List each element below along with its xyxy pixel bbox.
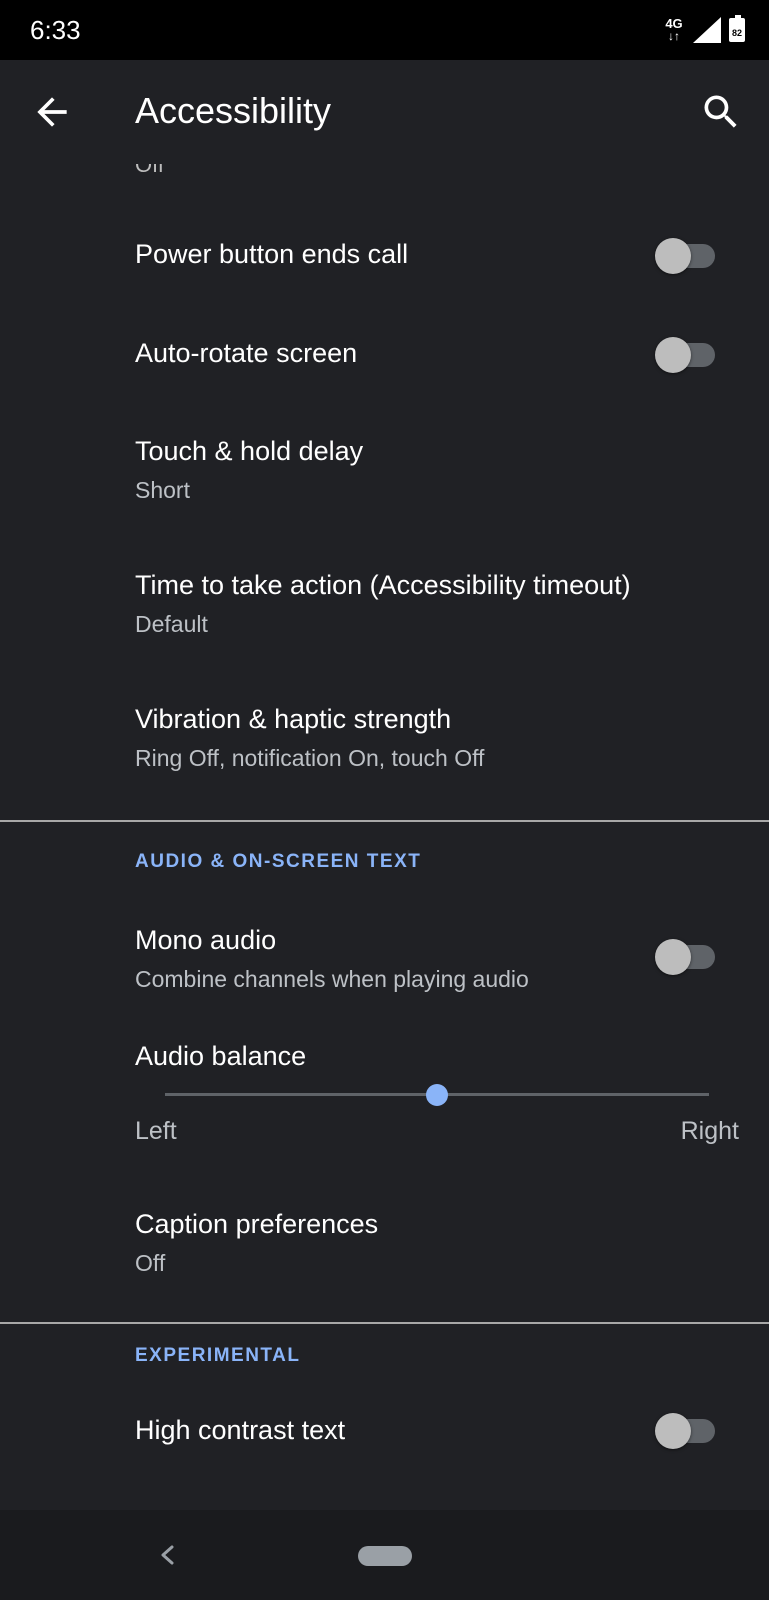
battery-icon: 82 [729, 15, 745, 42]
partial-summary: Off [135, 164, 164, 177]
row-title: Caption preferences [135, 1209, 379, 1239]
vibration-haptic-row[interactable]: Vibration & haptic strength Ring Off, no… [0, 672, 769, 806]
navigation-bar [0, 1510, 769, 1600]
row-title: Time to take action (Accessibility timeo… [135, 570, 631, 600]
status-bar: 6:33 4G ↓↑ 82 [0, 0, 769, 60]
home-pill-icon[interactable] [358, 1546, 412, 1566]
row-title: Auto-rotate screen [135, 338, 358, 368]
mono-audio-toggle[interactable] [655, 937, 719, 977]
battery-level: 82 [731, 28, 742, 38]
signal-icon [693, 17, 721, 43]
section-divider [0, 1322, 769, 1324]
page-title: Accessibility [135, 90, 332, 131]
slider-left-label: Left [135, 1117, 177, 1145]
row-title: Power button ends call [135, 239, 409, 269]
app-bar: Accessibility [0, 60, 769, 164]
search-icon[interactable] [699, 90, 743, 134]
row-title: Vibration & haptic strength [135, 704, 452, 734]
row-title: Touch & hold delay [135, 436, 364, 466]
row-summary: Default [135, 611, 208, 637]
high-contrast-text-row[interactable]: High contrast text [0, 1389, 769, 1499]
section-divider [0, 820, 769, 822]
settings-list[interactable]: Off Power button ends call Auto-rotate s… [0, 164, 769, 1510]
caption-preferences-row[interactable]: Caption preferences Off [0, 1179, 769, 1313]
row-summary: Off [135, 1250, 166, 1276]
high-contrast-text-toggle[interactable] [655, 1411, 719, 1451]
accessibility-timeout-row[interactable]: Time to take action (Accessibility timeo… [0, 538, 769, 672]
section-header-experimental: EXPERIMENTAL [135, 1345, 301, 1366]
row-title: Audio balance [135, 1041, 307, 1071]
audio-balance-slider-thumb[interactable] [426, 1084, 448, 1106]
status-icons: 4G ↓↑ 82 [663, 14, 745, 46]
row-summary: Combine channels when playing audio [135, 966, 529, 992]
touch-hold-delay-row[interactable]: Touch & hold delay Short [0, 404, 769, 538]
power-button-ends-call-row[interactable]: Power button ends call [0, 204, 769, 304]
nav-back-icon[interactable] [152, 1538, 182, 1572]
mono-audio-row[interactable]: Mono audio Combine channels when playing… [0, 899, 769, 1019]
row-title: High contrast text [135, 1415, 346, 1445]
data-arrows-icon: ↓↑ [668, 29, 680, 43]
network-4g-icon: 4G ↓↑ [663, 17, 685, 43]
auto-rotate-toggle[interactable] [655, 335, 719, 375]
row-summary: Ring Off, notification On, touch Off [135, 745, 485, 771]
arrow-back-icon[interactable] [30, 90, 74, 134]
auto-rotate-row[interactable]: Auto-rotate screen [0, 304, 769, 404]
power-button-ends-call-toggle[interactable] [655, 236, 719, 276]
section-header-audio: AUDIO & ON-SCREEN TEXT [135, 851, 422, 872]
row-summary: Short [135, 477, 190, 503]
row-title: Mono audio [135, 925, 277, 955]
slider-right-label: Right [680, 1117, 739, 1145]
audio-balance-row: Audio balance Left Right [0, 1019, 769, 1179]
status-time: 6:33 [30, 15, 81, 45]
